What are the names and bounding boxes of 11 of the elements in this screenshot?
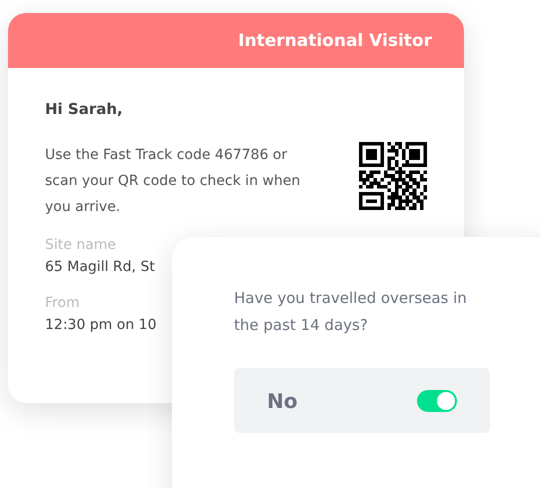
header-title: International Visitor [238, 30, 432, 50]
message-text: Use the Fast Track code 467786 or scan your QR code to check in when you arrive. [45, 146, 302, 217]
greeting-text: Hi Sarah, [45, 100, 124, 118]
field-label: Site name [45, 236, 116, 255]
answer-label: No [267, 388, 298, 412]
qr-code-icon [359, 142, 427, 210]
toggle-switch[interactable] [417, 390, 457, 412]
field-value: 65 Magill Rd, St [45, 258, 155, 277]
field-value: 12:30 pm on 10 [45, 316, 156, 335]
field-label: From [45, 294, 80, 313]
question-text: Have you travelled overseas in the past 14 days? [234, 288, 468, 336]
